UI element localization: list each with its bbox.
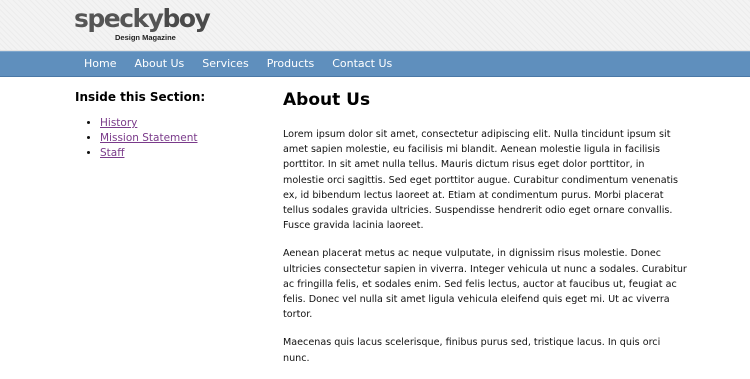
nav-home[interactable]: Home	[74, 52, 125, 76]
sidebar-item-staff: Staff	[100, 146, 265, 161]
logo-wordmark-part-2: boy	[162, 4, 210, 33]
logo-tagline: Design Magazine	[115, 33, 176, 42]
body-paragraph-2: Aenean placerat metus ac neque vulputate…	[283, 248, 687, 321]
page-title: About Us	[283, 90, 371, 110]
nav-contact-us[interactable]: Contact Us	[323, 52, 401, 76]
sidebar-item-history: History	[100, 116, 265, 131]
logo-wordmark-part-1: specky	[74, 4, 164, 33]
nav-about-us[interactable]: About Us	[125, 52, 193, 76]
body-paragraph-1: Lorem ipsum dolor sit amet, consectetur …	[283, 129, 679, 232]
sidebar-heading: Inside this Section:	[75, 90, 206, 104]
history-link[interactable]: History	[100, 117, 137, 129]
mission-statement-link[interactable]: Mission Statement	[100, 132, 198, 144]
staff-link[interactable]: Staff	[100, 147, 124, 159]
site-header: speckyboy Design Magazine	[0, 0, 750, 51]
nav-products[interactable]: Products	[258, 52, 324, 76]
main-content: About Us Lorem ipsum dolor sit amet, con…	[283, 88, 688, 379]
sidebar-link-list: History Mission Statement Staff	[75, 116, 265, 161]
site-logo[interactable]: speckyboy Design Magazine	[74, 6, 211, 44]
body-paragraph-3: Maecenas quis lacus scelerisque, finibus…	[283, 337, 661, 364]
nav-services[interactable]: Services	[193, 52, 257, 76]
section-sidebar: Inside this Section: History Mission Sta…	[75, 90, 265, 161]
sidebar-item-mission-statement: Mission Statement	[100, 131, 265, 146]
logo-wordmark: speckyboy	[74, 4, 211, 33]
main-nav: Home About Us Services Products Contact …	[0, 51, 750, 77]
